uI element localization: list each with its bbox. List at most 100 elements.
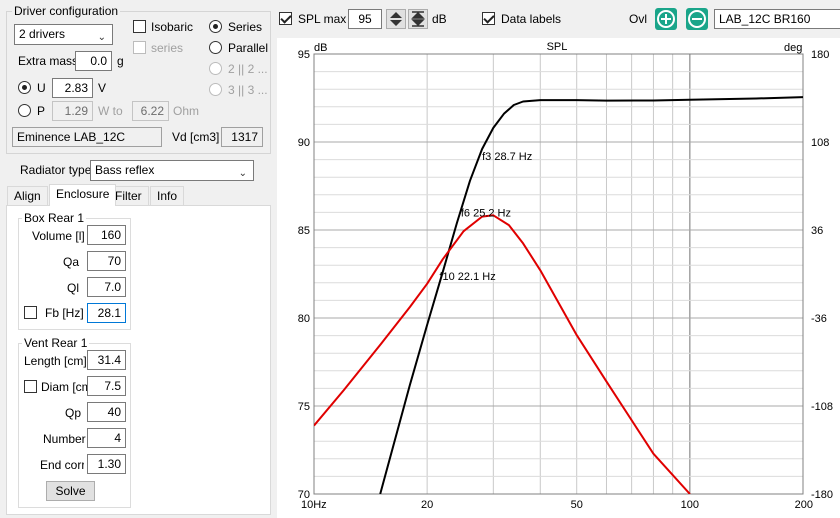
number-label: Number (43, 432, 86, 446)
tab-align[interactable]: Align (7, 186, 48, 206)
p-radio[interactable] (18, 104, 31, 117)
series-small-checkbox[interactable] (133, 41, 146, 54)
up-down-arrows-icon (390, 12, 402, 26)
volume-input[interactable]: 160 (87, 225, 126, 245)
chart-series (314, 96, 803, 494)
minus-icon (692, 18, 702, 20)
driver-name-field: Eminence LAB_12C (12, 127, 162, 147)
diam-input[interactable]: 7.5 (87, 376, 126, 396)
chart-ticks: 10Hz 20 50 100 200 70 75 80 85 90 95 -180 -108 -36 36 1… (298, 49, 833, 511)
chart-grid (313, 53, 804, 495)
opt-2x2-label: 2 || 2 ... (228, 62, 268, 76)
qa-label: Qa (63, 255, 80, 269)
length-label: Length [cm] (24, 354, 87, 368)
spl-up-down-button[interactable] (386, 9, 406, 29)
y-axis-left-label: dB (314, 42, 327, 54)
ohm-input[interactable]: 6.22 (132, 101, 169, 121)
fit-range-icon (411, 11, 425, 27)
qa-input[interactable]: 70 (87, 251, 126, 271)
radiator-type-value: Bass reflex (95, 163, 155, 177)
y2-tick-label: -108 (811, 401, 833, 413)
opt-3x3-radio[interactable] (209, 83, 222, 96)
isobaric-checkbox[interactable] (133, 20, 146, 33)
y2-tick-label: 36 (811, 225, 823, 237)
u-label: U (37, 81, 46, 95)
driver-config-title: Driver configuration (12, 4, 121, 18)
opt-2x2-radio[interactable] (209, 62, 222, 75)
u-radio[interactable] (18, 81, 31, 94)
solve-button[interactable]: Solve (46, 481, 95, 501)
chart-annotations: f3 28.7 Hz f6 25.2 Hz f10 22.1 Hz (439, 151, 532, 283)
endcorr-label: End corr (40, 458, 84, 472)
ovl-remove-button[interactable] (686, 8, 708, 30)
y2-tick-label: 108 (811, 137, 829, 149)
extra-mass-label: Extra mass (18, 54, 79, 68)
p-label: P (37, 104, 46, 118)
series-line-2 (314, 214, 691, 494)
extra-mass-unit: g (117, 54, 124, 68)
fb-input[interactable]: 28.1 (87, 303, 126, 323)
y-tick-label: 95 (298, 49, 310, 61)
y-tick-label: 75 (298, 401, 310, 413)
isobaric-label: Isobaric (151, 20, 194, 34)
y-tick-label: 80 (298, 313, 310, 325)
parallel-label: Parallel (228, 41, 269, 55)
u-input[interactable]: 2.83 (52, 78, 93, 98)
radiator-type-select[interactable]: Bass reflex ⌄ (90, 160, 254, 181)
tab-info[interactable]: Info (150, 186, 185, 206)
series-line-1 (379, 96, 803, 494)
spl-max-label: SPL max (298, 12, 347, 26)
series-radio[interactable] (209, 20, 222, 33)
x-tick-label: 100 (681, 499, 699, 511)
spl-autoscale-button[interactable] (408, 9, 428, 29)
y-tick-label: 70 (298, 489, 310, 501)
ovl-label: Ovl (629, 12, 647, 26)
y2-tick-label: 180 (811, 49, 829, 61)
ovl-add-button[interactable] (655, 8, 677, 30)
ql-input[interactable]: 7.0 (87, 277, 126, 297)
series-small-label: series (151, 41, 184, 55)
qp-input[interactable]: 40 (87, 402, 126, 422)
spl-unit-label: dB (432, 12, 447, 26)
p-input[interactable]: 1.29 (52, 101, 93, 121)
vd-value: 1317 (221, 127, 263, 147)
y-axis-right-label: deg (784, 42, 802, 54)
diam-checkbox[interactable] (24, 380, 37, 393)
x-tick-label: 200 (795, 499, 813, 511)
fb-checkbox[interactable] (24, 306, 37, 319)
drivers-select[interactable]: 2 drivers ⌄ (14, 24, 113, 45)
spl-max-input[interactable]: 95 (348, 9, 382, 29)
fb-label: Fb [Hz] (45, 306, 84, 320)
vent-rear-title: Vent Rear 1 (22, 336, 90, 350)
ovl-name-input[interactable]: LAB_12C BR160 (714, 9, 840, 29)
number-input[interactable]: 4 (87, 428, 126, 448)
spl-max-checkbox[interactable] (279, 12, 292, 25)
ql-label: Ql (67, 281, 79, 295)
x-tick-label: 10Hz (301, 499, 327, 511)
plot-frame (313, 53, 804, 495)
y2-tick-label: -36 (811, 313, 827, 325)
w-to-label: W to (98, 104, 123, 118)
y2-tick-label: -180 (811, 489, 833, 501)
volume-label: Volume [l] (32, 229, 85, 243)
length-input[interactable]: 31.4 (87, 350, 126, 370)
chevron-down-icon: ⌄ (238, 168, 247, 179)
box-rear-title: Box Rear 1 (22, 211, 87, 225)
data-label: f6 25.2 Hz (461, 207, 511, 219)
series-label: Series (228, 20, 263, 34)
x-tick-label: 20 (421, 499, 433, 511)
extra-mass-input[interactable]: 0.0 (75, 51, 112, 71)
data-label: f10 22.1 Hz (439, 271, 495, 283)
u-unit: V (98, 81, 107, 95)
data-labels-checkbox[interactable] (482, 12, 495, 25)
chart-title: SPL (547, 41, 568, 53)
tab-enclosure[interactable]: Enclosure (49, 184, 117, 206)
endcorr-input[interactable]: 1.30 (87, 454, 126, 474)
y-tick-label: 85 (298, 225, 310, 237)
chart-background (277, 38, 840, 518)
ohm-unit: Ohm (173, 104, 200, 118)
qp-label: Qp (65, 406, 82, 420)
x-tick-label: 50 (571, 499, 583, 511)
parallel-radio[interactable] (209, 41, 222, 54)
data-labels-label: Data labels (501, 12, 562, 26)
